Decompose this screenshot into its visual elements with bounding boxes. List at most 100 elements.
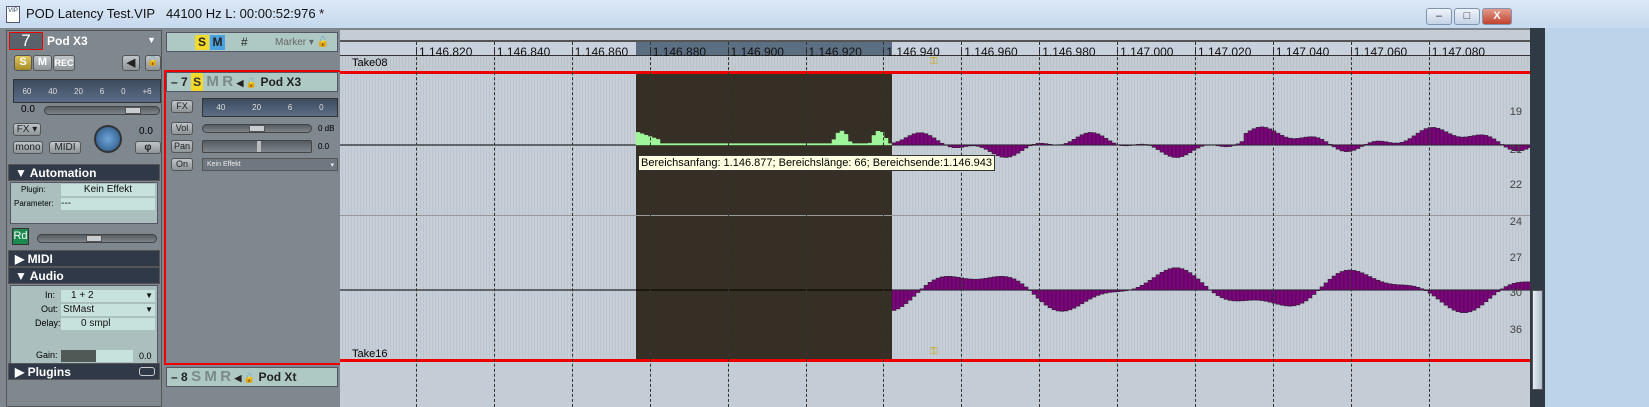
waveform-bar [1007,277,1013,291]
speaker-icon[interactable]: ◀ 🔓 [234,373,255,383]
waveform-bar [691,143,697,146]
key-icon[interactable]: ⚿ [930,56,938,67]
waveform-bar [1251,289,1257,301]
pan-knob[interactable] [94,125,122,153]
track-solo-button[interactable]: S [191,368,201,385]
waveform-bar [1087,289,1093,300]
grid-line [727,42,729,407]
delay-field[interactable]: 0 smpl [61,318,155,330]
meter-tick: 60 [22,86,32,96]
marker-dropdown[interactable]: Marker ▾ 🔓 [275,34,329,52]
midi-section-header[interactable]: ▶ MIDI [8,250,160,267]
waveform-bar [1171,144,1177,158]
waveform-bar [1119,289,1125,292]
track-name[interactable]: Pod X3 [47,34,88,48]
collapse-icon[interactable]: – [167,75,178,89]
track-7-title-bar: – 7 S M R ◀ 🔓 Pod X3 [166,72,338,92]
waveform-bar [1371,278,1377,291]
track-name[interactable]: Pod Xt [258,370,296,384]
speaker-icon[interactable]: ◀ [122,55,140,71]
output-select[interactable]: StMast ▼ [61,304,155,316]
record-button[interactable]: REC [53,55,75,71]
maximize-button[interactable]: □ [1454,8,1480,25]
track-dropdown-icon[interactable]: ▼ [147,35,156,45]
track-record-button[interactable]: R [220,368,231,385]
mute-button[interactable]: M [33,55,52,71]
mono-button[interactable]: mono [13,141,43,154]
waveform-bar [1247,130,1253,146]
waveform-bar [1039,142,1045,146]
waveform-bar [1499,288,1505,291]
waveform-bar [851,143,857,146]
track-number[interactable]: 7 [9,32,43,50]
out-label: Out: [41,304,59,314]
phase-button[interactable]: φ [135,141,161,154]
waveform-bar [1087,132,1093,146]
solo-button[interactable]: S [14,55,32,71]
close-button[interactable]: X [1482,8,1512,25]
waveform-bar [1443,131,1449,146]
automation-section-header[interactable]: ▼ Automation [8,164,160,181]
volume-button[interactable]: Vol [171,122,193,135]
audio-section-header[interactable]: ▼ Audio [8,267,160,284]
track-pan-slider[interactable] [202,140,312,153]
marker-mute-button[interactable]: M [210,35,225,50]
track-solo-button[interactable]: S [191,73,204,91]
collapse-icon[interactable]: – [167,370,178,384]
marker-solo-button[interactable]: S [195,35,209,50]
pan-value: 0.0 [139,126,153,137]
effect-select[interactable]: Kein Effekt ▾ [202,158,338,171]
timeline-area[interactable]: 1.146.820 1.146.840 1.146.860 1.146.880 1.14… [340,30,1530,407]
slider-handle[interactable] [125,107,141,114]
pan-button[interactable]: Pan [171,140,193,153]
gain-slider[interactable] [61,350,133,362]
waveform-bar [739,143,745,146]
midi-button[interactable]: MIDI [49,141,81,154]
waveform-bar [1431,127,1437,146]
read-automation-button[interactable]: Rd [12,228,29,245]
minimize-button[interactable]: – [1426,8,1452,25]
waveform-bar [1283,289,1289,307]
waveform-bar [1395,142,1401,146]
waveform-bar [1331,275,1337,291]
waveform-bar [1083,289,1089,302]
parameter-field[interactable]: --- [61,198,155,210]
waveform-bar [991,144,997,155]
slider-handle[interactable] [249,125,265,132]
fx-button[interactable]: FX [171,100,193,113]
waveform-bar [1223,144,1229,148]
waveform-bar [727,143,733,146]
fx-dropdown[interactable]: FX ▾ [13,123,41,136]
waveform-bar [831,139,837,146]
waveform-bar [1123,289,1129,292]
waveform-bar [1375,279,1381,291]
scrollbar-thumb[interactable] [1532,290,1543,390]
waveform-bar [747,143,753,146]
fx-label: FX [16,124,30,135]
waveform-bar [1147,280,1153,291]
plugin-field[interactable]: Kein Effekt [61,184,155,196]
speaker-icon[interactable]: ◀ 🔓 [236,78,257,88]
track-volume-slider[interactable] [202,124,312,133]
waveform-bar [811,143,817,146]
slider-handle[interactable] [257,141,261,152]
waveform-bar [1095,133,1101,146]
volume-slider[interactable] [44,106,160,115]
waveform-bar [1355,271,1361,291]
waveform-bar [1159,144,1165,153]
slider-handle[interactable] [86,235,102,242]
waveform-bar [1371,141,1377,146]
track-mute-button[interactable]: M [204,368,217,385]
track-name[interactable]: Pod X3 [260,75,301,89]
effect-on-button[interactable]: On [171,158,193,171]
input-select[interactable]: 1 + 2 ▼ [61,290,155,302]
waveform-bar [1099,289,1105,295]
track-record-button[interactable]: R [222,73,233,90]
lock-icon[interactable]: 🔓 [145,55,161,71]
plugins-section-header[interactable]: ▶ Plugins [8,363,160,380]
key-icon[interactable]: ⚿ [930,346,938,357]
grid-icon[interactable]: # [241,33,248,51]
automation-slider[interactable] [37,234,157,243]
track-mute-button[interactable]: M [206,73,219,90]
grid-line [571,42,573,407]
